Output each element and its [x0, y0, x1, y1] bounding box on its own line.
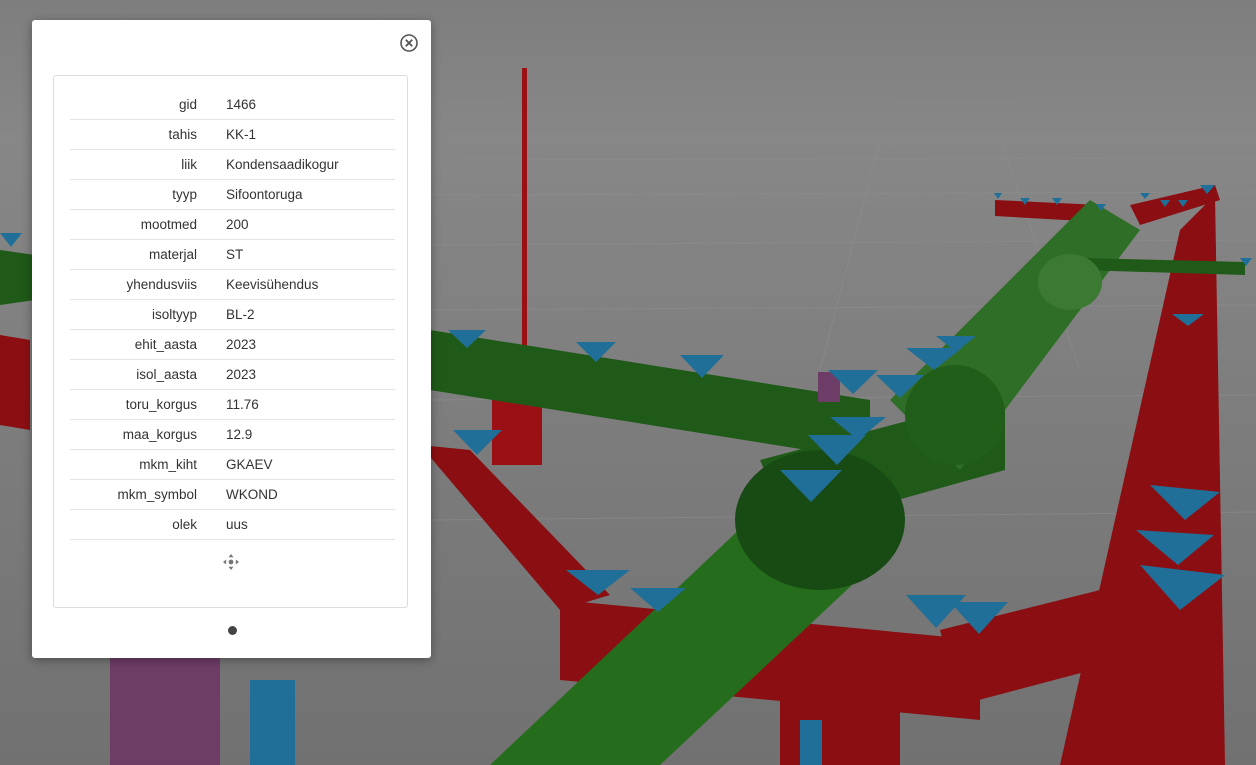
attribute-key: materjal — [70, 239, 226, 270]
attribute-row: mkm_kiht GKAEV — [70, 449, 395, 480]
attribute-value: Kondensaadikogur — [226, 149, 395, 180]
attribute-key: ehit_aasta — [70, 329, 226, 360]
attribute-value: 12.9 — [226, 419, 395, 450]
attribute-row: liik Kondensaadikogur — [70, 149, 395, 180]
feature-info-popup: gid 1466 tahis KK-1 liik Kondensaadikogur tyyp… — [32, 20, 431, 658]
attribute-key: isol_aasta — [70, 359, 226, 390]
attribute-value: KK-1 — [226, 119, 395, 150]
attribute-row: toru_korgus 11.76 — [70, 389, 395, 420]
move-arrows-icon[interactable] — [222, 553, 240, 571]
attribute-value: 200 — [226, 209, 395, 240]
attribute-row: isoltyyp BL-2 — [70, 299, 395, 330]
attribute-key: isoltyyp — [70, 299, 226, 330]
attribute-value: 11.76 — [226, 389, 395, 420]
attribute-key: yhendusviis — [70, 269, 226, 300]
attribute-value: 2023 — [226, 359, 395, 390]
attribute-row: gid 1466 — [70, 90, 395, 120]
attribute-table: gid 1466 tahis KK-1 liik Kondensaadikogur tyyp… — [70, 90, 395, 540]
attribute-key: mootmed — [70, 209, 226, 240]
attribute-value: uus — [226, 509, 395, 540]
attribute-row: tyyp Sifoontoruga — [70, 179, 395, 210]
attribute-key: gid — [70, 90, 226, 120]
attribute-key: tahis — [70, 119, 226, 150]
attribute-value: BL-2 — [226, 299, 395, 330]
attribute-row: isol_aasta 2023 — [70, 359, 395, 390]
attribute-value: GKAEV — [226, 449, 395, 480]
attribute-row: mkm_symbol WKOND — [70, 479, 395, 510]
attribute-key: mkm_kiht — [70, 449, 226, 480]
attribute-key: tyyp — [70, 179, 226, 210]
attribute-row: olek uus — [70, 509, 395, 540]
attribute-row: ehit_aasta 2023 — [70, 329, 395, 360]
attribute-value: Sifoontoruga — [226, 179, 395, 210]
attribute-row: tahis KK-1 — [70, 119, 395, 150]
attribute-value: 2023 — [226, 329, 395, 360]
attribute-value: Keevisühendus — [226, 269, 395, 300]
attribute-key: olek — [70, 509, 226, 540]
attribute-value: 1466 — [226, 90, 395, 120]
close-icon[interactable] — [399, 33, 419, 53]
attribute-key: liik — [70, 149, 226, 180]
attribute-row: materjal ST — [70, 239, 395, 270]
attribute-row: maa_korgus 12.9 — [70, 419, 395, 450]
attribute-key: toru_korgus — [70, 389, 226, 420]
attribute-row: yhendusviis Keevisühendus — [70, 269, 395, 300]
attribute-value: ST — [226, 239, 395, 270]
attribute-card: gid 1466 tahis KK-1 liik Kondensaadikogur tyyp… — [53, 75, 408, 608]
attribute-key: maa_korgus — [70, 419, 226, 450]
pager-dot[interactable] — [228, 626, 237, 635]
attribute-value: WKOND — [226, 479, 395, 510]
attribute-key: mkm_symbol — [70, 479, 226, 510]
attribute-row: mootmed 200 — [70, 209, 395, 240]
